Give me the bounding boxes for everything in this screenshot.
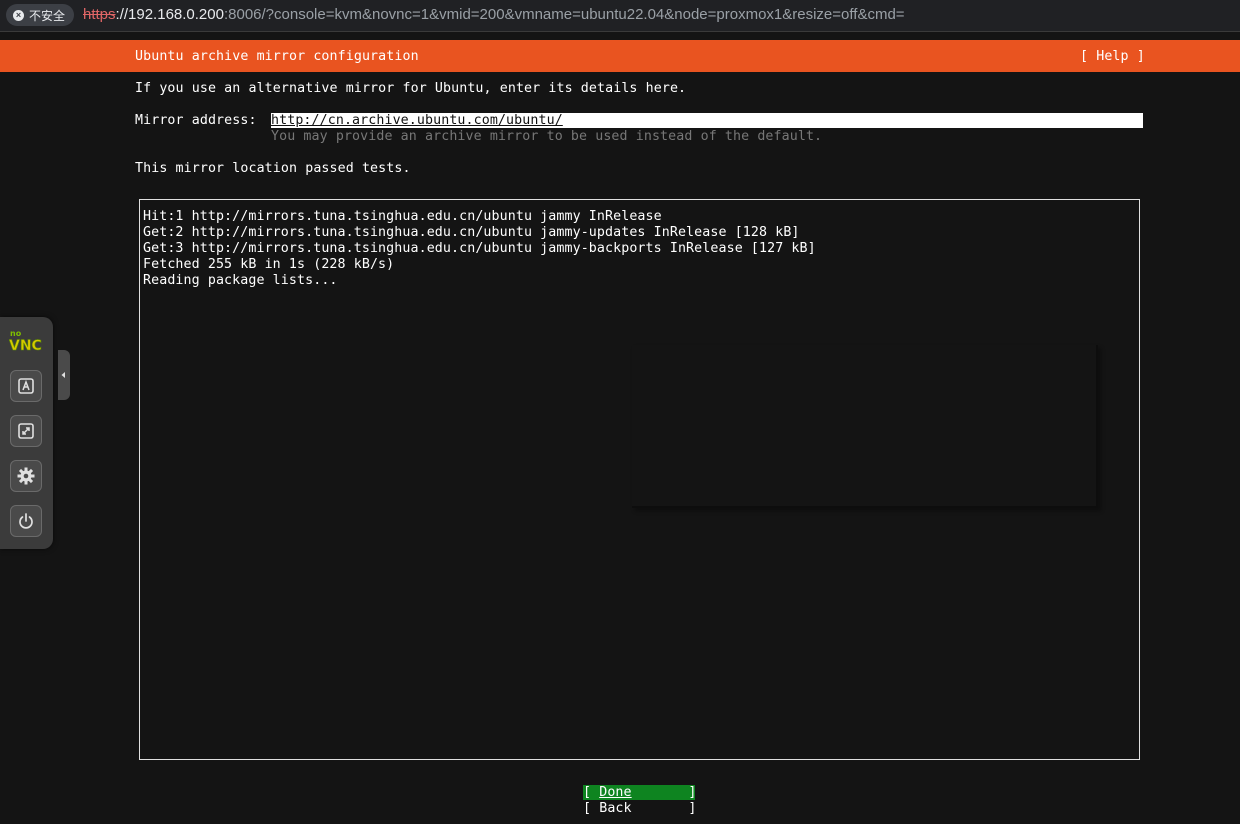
collapse-arrow-icon bbox=[61, 372, 65, 378]
url-text[interactable]: https://192.168.0.200:8006/?console=kvm&… bbox=[83, 6, 905, 23]
fullscreen-icon bbox=[18, 423, 34, 439]
security-warning-chip[interactable]: × 不安全 bbox=[6, 4, 75, 26]
keyboard-button[interactable] bbox=[10, 370, 42, 402]
mirror-address-input[interactable]: http://cn.archive.ubuntu.com/ubuntu/ bbox=[271, 113, 1143, 128]
control-bar-handle[interactable] bbox=[58, 350, 70, 400]
intro-text: If you use an alternative mirror for Ubu… bbox=[135, 81, 687, 96]
log-lines: Hit:1 http://mirrors.tuna.tsinghua.edu.c… bbox=[143, 209, 816, 289]
help-button[interactable]: [ Help ] bbox=[1080, 49, 1145, 65]
novnc-control-bar: no VNC bbox=[0, 317, 53, 549]
settings-button[interactable] bbox=[10, 460, 42, 492]
mirror-address-label: Mirror address: bbox=[135, 113, 257, 128]
log-line: Get:2 http://mirrors.tuna.tsinghua.edu.c… bbox=[143, 225, 800, 240]
page-title: Ubuntu archive mirror configuration bbox=[135, 49, 419, 64]
security-label: 不安全 bbox=[29, 8, 66, 23]
svg-text:no: no bbox=[10, 329, 22, 338]
settings-icon bbox=[17, 467, 35, 485]
back-button[interactable]: [ Back ] bbox=[583, 801, 696, 817]
novnc-logo: no VNC bbox=[9, 329, 42, 352]
done-label: Done bbox=[599, 785, 632, 800]
fullscreen-button[interactable] bbox=[10, 415, 42, 447]
browser-address-bar[interactable]: × 不安全 https://192.168.0.200:8006/?consol… bbox=[0, 0, 1240, 32]
power-icon bbox=[19, 513, 33, 529]
log-line: Hit:1 http://mirrors.tuna.tsinghua.edu.c… bbox=[143, 209, 662, 224]
installer-title-bar: Ubuntu archive mirror configuration [ He… bbox=[0, 40, 1240, 72]
back-label: Back bbox=[599, 801, 632, 816]
done-button[interactable]: [ Done ] bbox=[583, 785, 696, 800]
log-line: Fetched 255 kB in 1s (228 kB/s) bbox=[143, 257, 395, 272]
url-scheme: https bbox=[83, 6, 116, 23]
keyboard-icon bbox=[18, 378, 34, 394]
mirror-test-status: This mirror location passed tests. bbox=[135, 161, 411, 176]
svg-text:VNC: VNC bbox=[9, 338, 42, 352]
url-path: :8006/?console=kvm&novnc=1&vmid=200&vmna… bbox=[223, 6, 905, 23]
not-secure-icon: × bbox=[13, 9, 24, 21]
mirror-address-value: http://cn.archive.ubuntu.com/ubuntu/ bbox=[271, 113, 563, 128]
log-line: Get:3 http://mirrors.tuna.tsinghua.edu.c… bbox=[143, 241, 816, 256]
mirror-address-hint: You may provide an archive mirror to be … bbox=[271, 129, 823, 144]
rendering-artifact bbox=[632, 345, 1098, 508]
url-host: ://192.168.0.200 bbox=[115, 6, 224, 23]
log-line: Reading package lists... bbox=[143, 273, 338, 288]
power-button[interactable] bbox=[10, 505, 42, 537]
